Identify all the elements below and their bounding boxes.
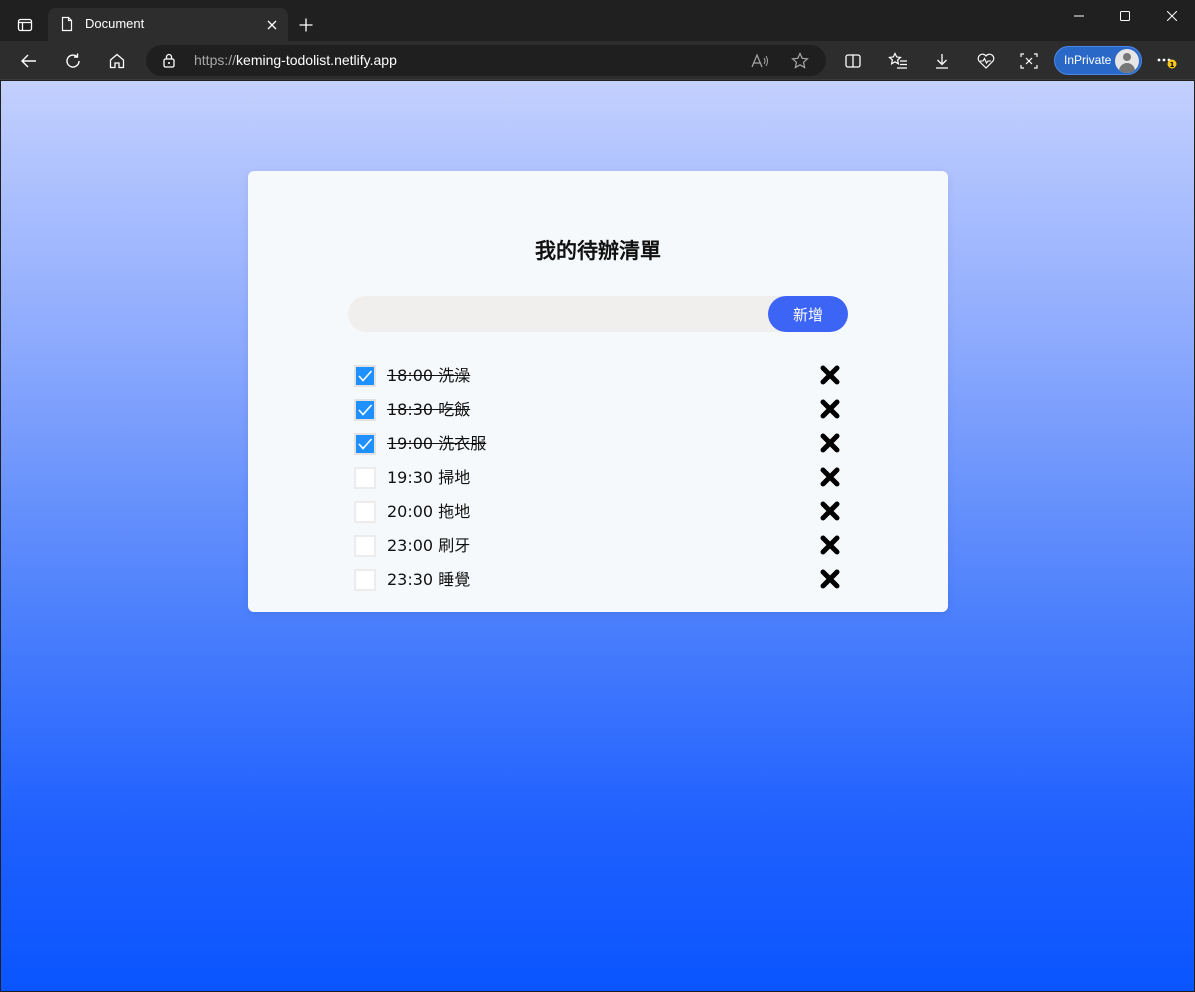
- inprivate-profile-button[interactable]: InPrivate: [1054, 46, 1142, 75]
- page-viewport: 我的待辦清單 新增 18:00 洗澡 18:30 吃飯 19:00 洗衣服 19:30…: [1, 81, 1194, 991]
- minimize-button[interactable]: [1056, 0, 1102, 32]
- heart-pulse-icon: [977, 53, 995, 69]
- todo-text: 19:00 洗衣服: [387, 434, 487, 453]
- delete-todo-button[interactable]: [818, 567, 842, 591]
- todo-text: 23:00 刷牙: [387, 536, 471, 555]
- split-screen-button[interactable]: [837, 45, 869, 77]
- downloads-button[interactable]: [926, 45, 958, 77]
- todo-item: 19:30 掃地: [354, 464, 844, 498]
- browser-essentials-button[interactable]: [970, 45, 1002, 77]
- home-button[interactable]: [101, 45, 133, 77]
- todo-text: 18:00 洗澡: [387, 366, 471, 385]
- checkmark-icon: [358, 438, 373, 450]
- minimize-icon: [1074, 15, 1084, 17]
- refresh-icon: [66, 53, 80, 68]
- document-icon: [61, 16, 73, 32]
- delete-todo-button[interactable]: [818, 465, 842, 489]
- todo-item: 23:30 睡覺: [354, 566, 844, 600]
- todo-card: 我的待辦清單 新增 18:00 洗澡 18:30 吃飯 19:00 洗衣服 19:30…: [248, 171, 948, 612]
- todo-item: 18:30 吃飯: [354, 396, 844, 430]
- todo-list: 18:00 洗澡 18:30 吃飯 19:00 洗衣服 19:30 掃地 20:00 拖…: [354, 362, 844, 600]
- close-icon: [267, 20, 277, 30]
- maximize-button[interactable]: [1102, 0, 1148, 32]
- todo-item: 19:00 洗衣服: [354, 430, 844, 464]
- tab-actions-icon: [17, 18, 33, 32]
- tab-actions-button[interactable]: [9, 9, 41, 41]
- todo-checkbox[interactable]: [354, 399, 376, 421]
- new-tab-button[interactable]: [294, 13, 318, 37]
- back-arrow-icon: [21, 54, 36, 68]
- todo-checkbox[interactable]: [354, 569, 376, 591]
- url-protocol: https://: [194, 52, 237, 68]
- browser-toolbar: https://keming-todolist.netlify.app InPr…: [0, 41, 1195, 80]
- notification-badge: 1: [1170, 61, 1175, 69]
- tab-title: Document: [85, 16, 145, 31]
- favorites-button[interactable]: [882, 45, 914, 77]
- read-aloud-icon: [751, 53, 768, 68]
- inprivate-label: InPrivate: [1064, 53, 1112, 67]
- download-icon: [936, 54, 948, 69]
- add-button[interactable]: 新增: [768, 296, 848, 332]
- split-screen-icon: [845, 54, 861, 68]
- delete-todo-button[interactable]: [818, 533, 842, 557]
- browser-tab[interactable]: Document: [48, 8, 288, 41]
- delete-todo-button[interactable]: [818, 363, 842, 387]
- avatar: [1115, 49, 1139, 73]
- todo-text: 20:00 拖地: [387, 502, 471, 521]
- todo-text: 19:30 掃地: [387, 468, 471, 487]
- favorites-list-icon: [888, 52, 907, 69]
- page-title: 我的待辦清單: [535, 239, 661, 263]
- close-window-button[interactable]: [1149, 0, 1195, 32]
- todo-text: 18:30 吃飯: [387, 400, 471, 419]
- star-icon: [791, 52, 809, 69]
- checkmark-icon: [358, 370, 373, 382]
- screenshot-button[interactable]: [1013, 45, 1045, 77]
- close-window-icon: [1167, 11, 1177, 21]
- back-button[interactable]: [13, 45, 45, 77]
- todo-checkbox[interactable]: [354, 535, 376, 557]
- delete-x-icon: [820, 569, 840, 589]
- todo-item: 18:00 洗澡: [354, 362, 844, 396]
- todo-item: 23:00 刷牙: [354, 532, 844, 566]
- home-icon: [109, 53, 125, 69]
- todo-checkbox[interactable]: [354, 433, 376, 455]
- screenshot-icon: [1020, 53, 1038, 69]
- more-dots-icon: 1: [1157, 58, 1177, 69]
- url-text: https://keming-todolist.netlify.app: [194, 52, 397, 68]
- tab-close-button[interactable]: [264, 17, 280, 33]
- delete-x-icon: [820, 501, 840, 521]
- todo-item: 20:00 拖地: [354, 498, 844, 532]
- delete-x-icon: [820, 399, 840, 419]
- add-todo-form: 新增: [348, 296, 848, 332]
- browser-titlebar: Document: [0, 0, 1195, 41]
- delete-todo-button[interactable]: [818, 397, 842, 421]
- delete-x-icon: [820, 535, 840, 555]
- delete-x-icon: [820, 433, 840, 453]
- read-aloud-button[interactable]: [750, 51, 770, 71]
- plus-icon: [299, 18, 313, 32]
- settings-more-button[interactable]: 1: [1151, 45, 1183, 77]
- checkmark-icon: [358, 404, 373, 416]
- todo-checkbox[interactable]: [354, 365, 376, 387]
- todo-checkbox[interactable]: [354, 467, 376, 489]
- delete-todo-button[interactable]: [818, 499, 842, 523]
- todo-checkbox[interactable]: [354, 501, 376, 523]
- delete-x-icon: [820, 467, 840, 487]
- todo-input[interactable]: [348, 296, 788, 332]
- maximize-icon: [1120, 11, 1130, 21]
- address-bar[interactable]: https://keming-todolist.netlify.app: [146, 45, 826, 76]
- delete-todo-button[interactable]: [818, 431, 842, 455]
- refresh-button[interactable]: [57, 45, 89, 77]
- url-host: keming-todolist.netlify.app: [236, 52, 397, 68]
- favorite-star-button[interactable]: [790, 51, 810, 71]
- todo-text: 23:30 睡覺: [387, 570, 471, 589]
- lock-icon: [163, 53, 175, 68]
- delete-x-icon: [820, 365, 840, 385]
